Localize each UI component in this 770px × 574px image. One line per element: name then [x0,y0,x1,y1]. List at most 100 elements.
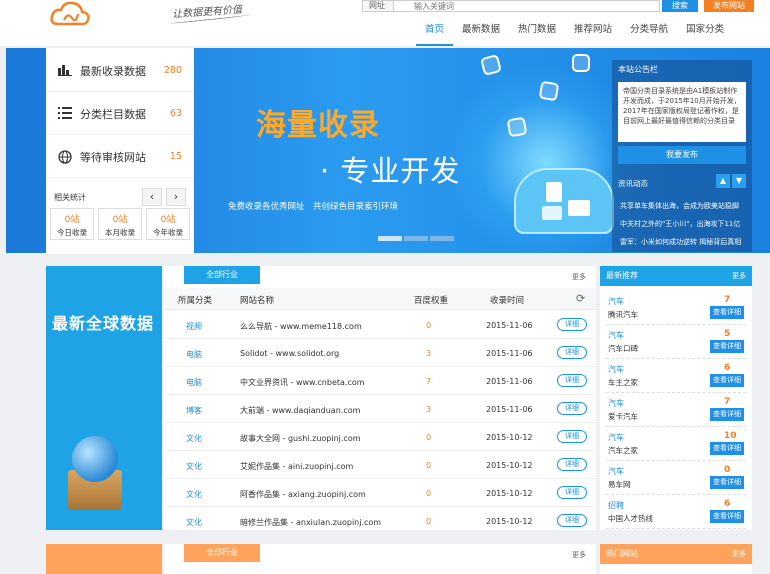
recommend-category[interactable]: 汽车 [608,296,624,307]
recommend-detail-button[interactable]: 查看详细 [710,476,744,489]
recommend-item[interactable]: 汽车 腾讯汽车 7 查看详细 [606,292,746,325]
table-row[interactable]: 文化 故事大全网 - gushi.zuopinj.com 0 2015-10-12 详细 [164,423,596,451]
nav-recommend[interactable]: 推荐网站 [565,22,621,46]
recommend-detail-button[interactable]: 查看详细 [710,306,744,319]
row-detail-button[interactable]: 详细 [557,430,587,443]
recommend-header: 最新推荐 更多 [600,266,752,286]
recommend-item[interactable]: 汽车 易车网 0 查看详细 [606,462,746,495]
slider-dot-2[interactable] [404,236,428,241]
table-row[interactable]: 视频 么么导航 - www.meme118.com 0 2015-11-06 详细 [164,311,596,339]
tab-all-industries-2[interactable]: 全部行业 [184,544,260,562]
recommend-detail-button[interactable]: 查看详细 [710,374,744,387]
stat-pending[interactable]: 等待审核网站 15 [46,136,194,178]
recommend-detail-button[interactable]: 查看详细 [710,408,744,421]
row-site-name[interactable]: 大前端 - www.daqianduan.com [240,405,360,416]
stat-categories[interactable]: 分类栏目数据 63 [46,93,194,135]
row-site-name[interactable]: 艾妮作品集 - aini.zuopinj.com [240,461,353,472]
news-item[interactable]: 雷军：小米如何成功逆转 揭秘背后真相 [620,237,750,247]
table-row[interactable]: 文化 暗修兰作品集 - anxiulan.zuopinj.com 0 2015-10-… [164,507,596,535]
row-site-name[interactable]: 阿香作品集 - axiang.zuopinj.com [240,489,366,500]
recommend-category[interactable]: 汽车 [608,330,624,341]
row-detail-button[interactable]: 详细 [557,486,587,499]
mini-stat-month: 0站 本月收录 [98,208,142,240]
row-category[interactable]: 博客 [186,405,202,416]
recommend-detail-button[interactable]: 查看详细 [710,442,744,455]
news-item[interactable]: 共享单车集体出海，会成为欧美站稳脚 [620,201,750,211]
row-detail-button[interactable]: 详细 [557,458,587,471]
recommend-item[interactable]: 汽车 爱卡汽车 7 查看详细 [606,394,746,427]
recommend-item[interactable]: 汽车 车主之家 6 查看详细 [606,360,746,393]
stat-latest[interactable]: 最新收录数据 280 [46,50,194,92]
news-item[interactable]: 中关村之外的"王小川"，出海攻下11亿 [620,219,750,229]
hot-more-link[interactable]: 更多 [572,550,586,560]
row-category[interactable]: 文化 [186,461,202,472]
recommend-site-name[interactable]: 汽车口碑 [608,343,638,354]
row-category[interactable]: 文化 [186,517,202,528]
logo-icon[interactable] [50,0,90,26]
hot-websites-more-link[interactable]: 更多 [732,544,746,564]
recommend-category[interactable]: 汽车 [608,398,624,409]
recommend-site-name[interactable]: 车主之家 [608,377,638,388]
slider-dot-1[interactable] [378,236,402,241]
refresh-icon[interactable]: ⟳ [576,292,585,305]
recommend-site-name[interactable]: 易车网 [608,479,631,490]
recommend-more-link[interactable]: 更多 [732,266,746,286]
nav-latest[interactable]: 最新数据 [453,22,509,46]
chevron-up-icon: ▲ [719,176,727,185]
tab-all-industries[interactable]: 全部行业 [184,266,260,284]
row-category[interactable]: 电脑 [186,349,202,360]
row-detail-button[interactable]: 详细 [557,346,587,359]
recommend-category[interactable]: 招聘 [608,500,624,511]
recommend-site-name[interactable]: 汽车之家 [608,445,638,456]
latest-more-link[interactable]: 更多 [572,272,586,282]
nav-home[interactable]: 首页 [416,22,454,46]
table-row[interactable]: 文化 艾妮作品集 - aini.zuopinj.com 0 2015-10-12 详细 [164,451,596,479]
recommend-category[interactable]: 汽车 [608,432,624,443]
prev-arrow-button[interactable]: ‹ [142,188,162,206]
nav-categories[interactable]: 分类导航 [621,22,677,46]
news-down-button[interactable]: ▼ [732,174,746,188]
row-site-name[interactable]: 么么导航 - www.meme118.com [240,321,362,332]
row-site-name[interactable]: 暗修兰作品集 - anxiulan.zuopinj.com [240,517,381,528]
search-input[interactable] [394,0,660,12]
chevron-right-icon: › [173,190,179,203]
publish-site-button[interactable]: 发布网站 [704,0,754,12]
recommend-item[interactable]: 汽车 汽车之家 10 查看详细 [606,428,746,461]
nav-hot[interactable]: 热门数据 [509,22,565,46]
recommend-item[interactable]: 汽车 汽车口碑 5 查看详细 [606,326,746,359]
table-row[interactable]: 博客 大前端 - www.daqianduan.com 3 2015-11-06 详细 [164,395,596,423]
slider-dots [378,236,454,241]
row-category[interactable]: 文化 [186,489,202,500]
table-row[interactable]: 文化 阿香作品集 - axiang.zuopinj.com 0 2015-10-12 详… [164,479,596,507]
next-arrow-button[interactable]: › [166,188,186,206]
recommend-detail-button[interactable]: 查看详细 [710,510,744,523]
slider-dot-3[interactable] [430,236,454,241]
recommend-category[interactable]: 汽车 [608,466,624,477]
recommend-detail-button[interactable]: 查看详细 [710,340,744,353]
recommend-category[interactable]: 汽车 [608,364,624,375]
recommend-item[interactable]: 招聘 中国人才热线 6 查看详细 [606,496,746,529]
table-row[interactable]: 电脑 Solidot - www.solidot.org 3 2015-11-06 详细 [164,339,596,367]
row-category[interactable]: 文化 [186,433,202,444]
row-detail-button[interactable]: 详细 [557,374,587,387]
search-type-label[interactable]: 网址 [362,0,394,12]
row-site-name[interactable]: 故事大全网 - gushi.zuopinj.com [240,433,361,444]
news-up-button[interactable]: ▲ [716,174,730,188]
recommend-site-name[interactable]: 爱卡汽车 [608,411,638,422]
publish-request-button[interactable]: 我要发布 [618,146,746,164]
nav-countries[interactable]: 国家分类 [677,22,733,46]
row-date: 2015-11-06 [486,405,533,414]
row-site-name[interactable]: 中文业界资讯 - www.cnbeta.com [240,377,365,388]
row-site-name[interactable]: Solidot - www.solidot.org [240,349,339,358]
recommend-site-name[interactable]: 腾讯汽车 [608,309,638,320]
row-detail-button[interactable]: 详细 [557,318,587,331]
search-button[interactable]: 搜索 [662,0,698,12]
row-date: 2015-10-12 [486,517,533,526]
row-detail-button[interactable]: 详细 [557,402,587,415]
row-category[interactable]: 视频 [186,321,202,332]
table-row[interactable]: 电脑 中文业界资讯 - www.cnbeta.com 7 2015-11-06 详细 [164,367,596,395]
row-detail-button[interactable]: 详细 [557,514,587,527]
row-category[interactable]: 电脑 [186,377,202,388]
hot-websites-title: 热门网站 [606,549,638,558]
recommend-site-name[interactable]: 中国人才热线 [608,513,653,524]
